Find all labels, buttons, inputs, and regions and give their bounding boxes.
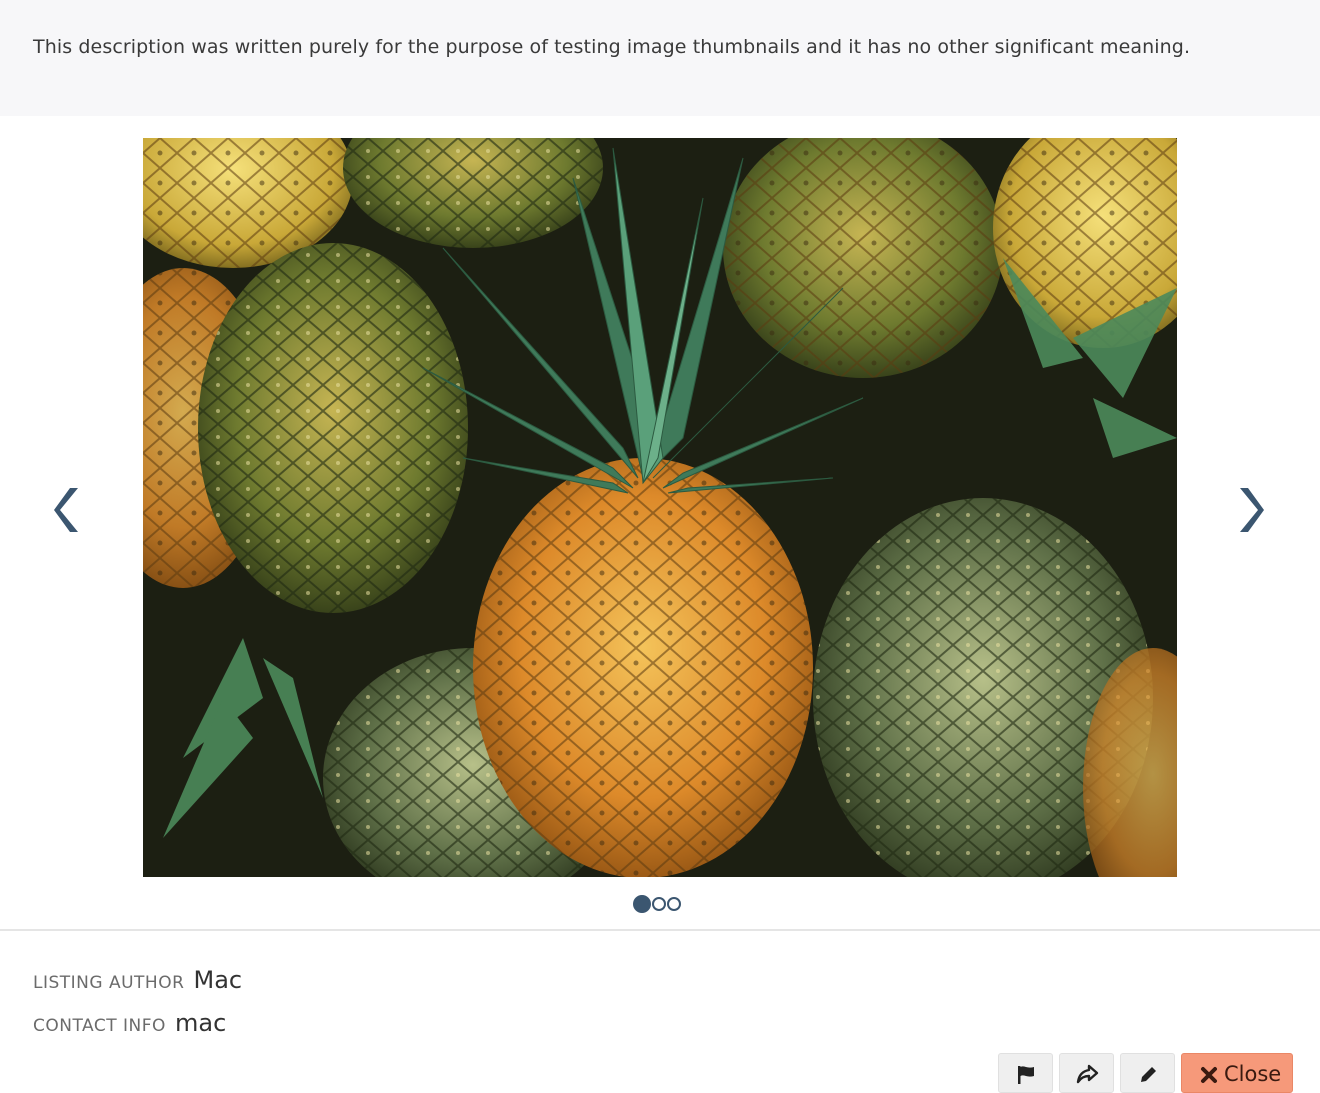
listing-author-label: LISTING AUTHOR — [33, 973, 185, 993]
flag-button[interactable] — [998, 1053, 1053, 1093]
carousel-next-button[interactable] — [1230, 482, 1270, 538]
image-carousel — [0, 116, 1320, 930]
share-icon — [1076, 1064, 1098, 1084]
close-button-label: Close — [1224, 1062, 1282, 1086]
carousel-slide-image — [143, 138, 1177, 877]
listing-author-value: Mac — [193, 966, 243, 994]
listing-actions: Close — [998, 1053, 1293, 1093]
carousel-indicator-2[interactable] — [652, 897, 666, 911]
pineapple-photo — [143, 138, 1177, 877]
close-button[interactable]: Close — [1181, 1053, 1293, 1093]
listing-author-row: LISTING AUTHOR Mac — [33, 966, 242, 994]
chevron-left-icon — [54, 488, 78, 532]
listing-description: This description was written purely for … — [33, 36, 1191, 58]
chevron-right-icon — [1240, 488, 1264, 532]
section-divider — [0, 929, 1320, 931]
edit-button[interactable] — [1120, 1053, 1175, 1093]
contact-info-value: mac — [175, 1009, 227, 1037]
flag-icon — [1017, 1066, 1034, 1084]
carousel-indicator-1[interactable] — [633, 895, 651, 913]
x-icon — [1201, 1067, 1217, 1083]
share-button[interactable] — [1059, 1053, 1114, 1093]
description-panel: This description was written purely for … — [0, 0, 1320, 116]
contact-info-label: CONTACT INFO — [33, 1016, 166, 1036]
contact-info-row: CONTACT INFO mac — [33, 1009, 226, 1037]
carousel-indicators — [633, 895, 681, 915]
pencil-icon — [1140, 1067, 1156, 1082]
carousel-prev-button[interactable] — [48, 482, 88, 538]
carousel-indicator-3[interactable] — [667, 897, 681, 911]
